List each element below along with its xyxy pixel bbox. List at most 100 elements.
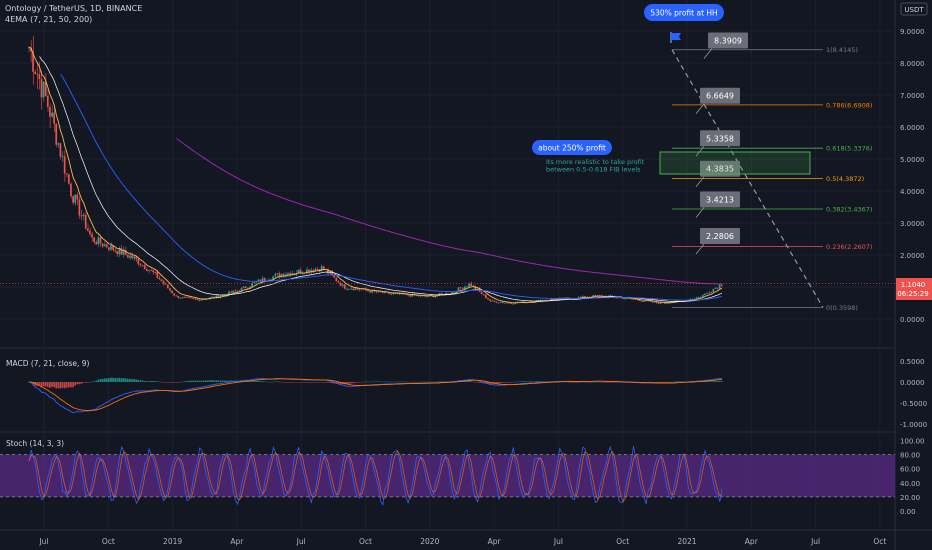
candle-body — [341, 284, 344, 286]
macd-histogram-bar — [86, 382, 89, 383]
candle-body — [409, 295, 411, 297]
macd-histogram-bar — [190, 380, 192, 382]
macd-histogram-bar — [522, 381, 525, 382]
candle-body — [145, 269, 148, 271]
candle-body — [49, 107, 51, 117]
candle-body — [278, 273, 281, 277]
time-tick: Oct — [359, 537, 372, 546]
macd-histogram-bar — [659, 382, 662, 383]
macd-histogram-bar — [270, 381, 272, 383]
macd-histogram-bar — [164, 382, 167, 383]
macd-histogram-bar — [299, 382, 302, 383]
macd-histogram-bar — [257, 380, 260, 382]
candle-body — [141, 265, 144, 266]
macd-histogram-bar — [501, 382, 504, 383]
macd-histogram-bar — [592, 381, 595, 383]
macd-tick: -1.0000 — [900, 421, 927, 429]
symbol-title[interactable]: Ontology / TetherUS, 1D, BINANCE — [5, 4, 142, 13]
candle-body — [640, 301, 643, 302]
callout-530[interactable]: 530% profit at HH — [644, 4, 724, 21]
macd-histogram-bar — [167, 382, 169, 383]
macd-histogram-bar — [287, 382, 289, 383]
macd-histogram-bar — [394, 381, 397, 383]
candle-body — [503, 302, 506, 304]
macd-histogram-bar — [118, 377, 121, 382]
target-zone[interactable] — [659, 151, 811, 175]
macd-histogram-bar — [53, 382, 55, 388]
candle-body — [369, 290, 371, 293]
candle-body — [297, 269, 300, 273]
candle-body — [179, 297, 182, 299]
macd-histogram-bar — [573, 382, 576, 383]
macd-histogram-bar — [110, 377, 112, 382]
macd-histogram-bar — [268, 381, 270, 383]
candle-body — [103, 244, 106, 247]
candle-body — [76, 194, 79, 200]
macd-histogram-bar — [520, 381, 523, 382]
macd-histogram-bar — [428, 381, 430, 383]
candle-body — [110, 245, 112, 250]
candle-body — [463, 286, 466, 289]
price-tick: 3.0000 — [900, 220, 925, 228]
candle-body — [352, 288, 355, 291]
macd-histogram-bar — [516, 381, 519, 383]
macd-histogram-bar — [348, 382, 350, 384]
candle-body — [461, 287, 464, 289]
macd-histogram-bar — [65, 382, 68, 388]
candle-body — [392, 293, 395, 295]
macd-histogram-bar — [99, 379, 102, 382]
macd-histogram-bar — [135, 379, 138, 382]
macd-histogram-bar — [116, 378, 119, 382]
price-tick: 2.0000 — [900, 252, 925, 260]
candle-body — [99, 237, 102, 244]
candle-body — [84, 214, 87, 229]
chart-canvas[interactable]: 1(8.4145) 0.786(6.6908) 0.618(5.3376) 0.5(4… — [0, 0, 932, 550]
candle-body — [133, 256, 135, 259]
macd-histogram-bar — [181, 381, 184, 383]
candle-body — [287, 273, 289, 275]
candle-body — [59, 143, 62, 157]
time-tick: 2021 — [677, 537, 696, 546]
indicator-title[interactable]: 4EMA (7, 21, 50, 200) — [5, 15, 92, 24]
candle-body — [512, 303, 515, 305]
candle-body — [638, 300, 641, 302]
candle-body — [720, 284, 723, 286]
macd-histogram-bar — [61, 382, 64, 388]
callout-250[interactable]: about 250% profit — [532, 140, 612, 155]
macd-histogram-bar — [436, 381, 439, 383]
macd-histogram-bar — [518, 381, 521, 382]
candle-body — [38, 74, 41, 79]
candle-body — [489, 299, 491, 301]
candle-body — [335, 277, 338, 282]
macd-histogram-bar — [607, 382, 609, 383]
macd-histogram-bar — [103, 378, 106, 382]
candle-body — [276, 273, 279, 275]
candle-body — [129, 255, 131, 258]
macd-histogram-bar — [312, 382, 315, 383]
candle-body — [339, 282, 342, 286]
candle-body — [695, 297, 698, 299]
macd-histogram-bar — [708, 381, 710, 382]
macd-histogram-bar — [133, 379, 135, 382]
stoch-tick: 0.00 — [900, 508, 916, 516]
macd-histogram-bar — [602, 382, 605, 383]
macd-histogram-bar — [430, 381, 432, 383]
time-tick: Oct — [873, 537, 886, 546]
macd-histogram-bar — [407, 381, 409, 383]
candle-body — [46, 95, 49, 108]
macd-histogram-bar — [289, 382, 291, 383]
macd-histogram-bar — [148, 381, 150, 382]
macd-histogram-bar — [432, 381, 435, 383]
time-tick: Jul — [553, 537, 563, 546]
fib-level-label: 0.786(6.6908) — [826, 101, 872, 109]
candle-body — [173, 293, 176, 296]
price-tick: 7.0000 — [900, 92, 925, 100]
macd-histogram-bar — [303, 382, 306, 383]
macd-histogram-bar — [594, 381, 597, 383]
price-box-label: 2.2806 — [706, 232, 734, 241]
macd-histogram-bar — [301, 382, 304, 383]
candle-body — [664, 302, 666, 304]
macd-histogram-bar — [367, 381, 369, 383]
macd-histogram-bar — [381, 381, 384, 383]
macd-histogram-bar — [575, 382, 578, 383]
